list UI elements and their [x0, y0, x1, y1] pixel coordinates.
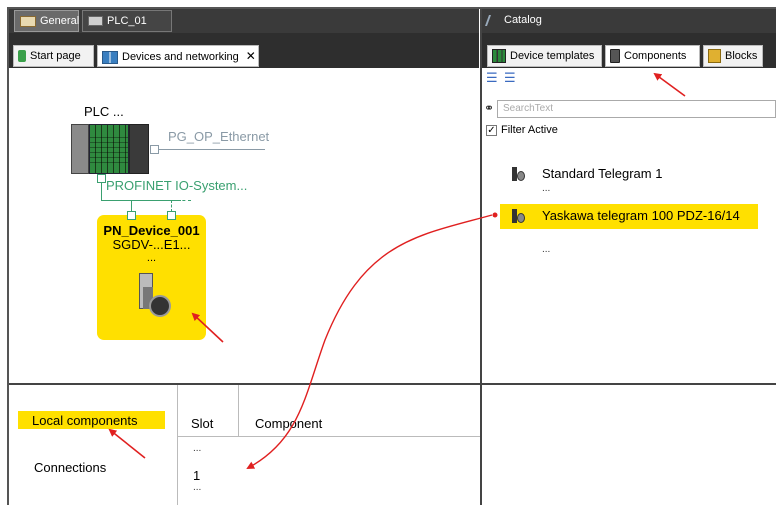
filter-checkbox[interactable]: ✓: [486, 125, 497, 136]
profinet-port-plc[interactable]: [97, 174, 106, 183]
house-icon: [20, 15, 36, 27]
tab-device-templates-label: Device templates: [510, 50, 595, 62]
ethernet-label: PG_OP_Ethernet: [168, 129, 270, 144]
table-row[interactable]: ...: [193, 482, 201, 493]
ethernet-port[interactable]: [150, 145, 159, 154]
catalog-tab-bar: Device templates Components Blocks: [482, 33, 776, 68]
nav-local-components[interactable]: Local components: [32, 413, 138, 428]
editor-tab-bar: Start page Devices and networking ✕: [9, 33, 479, 68]
catalog-trailing-dots: ...: [542, 244, 551, 255]
table-border-left: [177, 385, 178, 505]
device-icon: [512, 167, 525, 181]
tab-blocks-label: Blocks: [725, 50, 758, 62]
tab-components-label: Components: [624, 50, 687, 62]
tab-devices-networking-label: Devices and networking: [122, 51, 239, 63]
pn-device-card[interactable]: PN_Device_001 SGDV-...E1... ...: [97, 215, 206, 340]
catalog-item-dots: ...: [542, 183, 551, 194]
catalog-title-label: Catalog: [504, 14, 542, 26]
device-name: PN_Device_001: [103, 223, 200, 238]
search-input[interactable]: SearchText: [497, 100, 776, 118]
catalog-item-standard-telegram[interactable]: Standard Telegram 1: [542, 166, 662, 181]
pane-divider-horizontal[interactable]: [9, 383, 776, 385]
plc-label: PLC ...: [84, 104, 124, 119]
catalog-title: Catalog: [482, 10, 602, 32]
blocks-icon: [708, 49, 721, 64]
plc-icon: [88, 16, 103, 27]
tab-plc01-label: PLC_01: [107, 15, 147, 27]
catalog-icon: [484, 14, 503, 26]
profinet-line: [101, 200, 181, 201]
device-templates-icon: [492, 49, 506, 64]
table-column-divider: [238, 385, 239, 437]
servo-drive-icon: [139, 273, 171, 323]
tab-start-page-label: Start page: [30, 50, 81, 62]
column-header-slot[interactable]: Slot: [191, 416, 213, 431]
binoculars-icon: ⚭: [484, 101, 495, 115]
device-type: SGDV-...E1...: [112, 237, 191, 252]
catalog-title-bar: Catalog: [482, 9, 776, 33]
table-row[interactable]: ...: [193, 443, 201, 454]
tab-devices-networking[interactable]: Devices and networking ✕: [97, 45, 259, 67]
ethernet-line: [159, 149, 265, 150]
tab-blocks[interactable]: Blocks: [703, 45, 763, 67]
components-icon: [610, 49, 620, 64]
tab-components[interactable]: Components: [605, 45, 700, 67]
tab-device-templates[interactable]: Device templates: [487, 45, 602, 67]
table-header-border: [177, 436, 480, 437]
table-row[interactable]: 1: [193, 468, 200, 483]
start-icon: [18, 50, 26, 63]
pane-divider-vertical[interactable]: [480, 9, 482, 505]
device-dots: ...: [146, 252, 157, 264]
close-icon[interactable]: ✕: [246, 49, 256, 63]
tab-plc01[interactable]: PLC_01: [82, 10, 172, 32]
profinet-label: PROFINET IO-System...: [106, 178, 248, 193]
device-port-2[interactable]: [167, 211, 176, 220]
filter-label: Filter Active: [501, 124, 558, 136]
list-view-icon[interactable]: ☰: [486, 70, 500, 86]
nav-connections[interactable]: Connections: [34, 460, 106, 475]
plc-device[interactable]: [71, 124, 149, 174]
tab-general-label: General: [40, 15, 80, 27]
tab-general[interactable]: General: [14, 10, 79, 32]
column-header-component[interactable]: Component: [255, 416, 322, 431]
device-icon: [512, 209, 525, 223]
catalog-item-yaskawa-telegram[interactable]: Yaskawa telegram 100 PDZ-16/14: [542, 208, 740, 223]
device-port-1[interactable]: [127, 211, 136, 220]
tab-start-page[interactable]: Start page: [13, 45, 94, 67]
top-tab-bar: General PLC_01: [9, 9, 479, 33]
search-placeholder: SearchText: [503, 103, 554, 114]
list-tree-icon[interactable]: ☰: [504, 70, 516, 86]
network-icon: [102, 50, 118, 64]
